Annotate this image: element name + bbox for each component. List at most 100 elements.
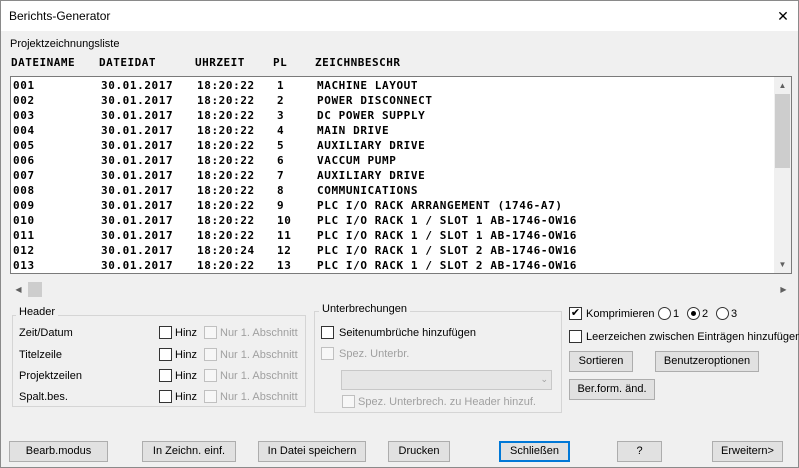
add-spaces-checkbox[interactable] — [569, 330, 582, 343]
table-cell: 2 — [277, 94, 285, 107]
table-row[interactable]: 006 30.01.2017 18:20:22 6 VACCUM PUMP — [11, 154, 776, 169]
project-lines-add-label[interactable]: Hinz — [175, 370, 197, 382]
time-date-first-section-checkbox[interactable] — [204, 326, 217, 339]
window-title: Berichts-Generator — [9, 9, 111, 23]
table-cell: 12 — [277, 244, 292, 257]
breaks-group-title: Unterbrechungen — [319, 303, 411, 315]
compress-level-2-radio[interactable] — [687, 307, 700, 320]
insert-into-drawing-button[interactable]: In Zeichn. einf. — [142, 441, 236, 462]
scroll-left-icon[interactable]: ◀ — [10, 281, 27, 298]
table-cell: 18:20:22 — [197, 124, 255, 137]
horizontal-scroll-thumb[interactable] — [28, 282, 42, 297]
page-breaks-checkbox[interactable] — [321, 326, 334, 339]
table-row[interactable]: 004 30.01.2017 18:20:22 4 MAIN DRIVE — [11, 124, 776, 139]
print-button[interactable]: Drucken — [388, 441, 450, 462]
table-cell: 004 — [13, 124, 35, 137]
close-button[interactable]: Schließen — [499, 441, 570, 462]
table-cell: 3 — [277, 109, 285, 122]
table-cell: 18:20:22 — [197, 94, 255, 107]
special-breaks-checkbox[interactable] — [321, 347, 334, 360]
column-header-filedate[interactable]: DATEIDAT — [99, 56, 156, 69]
close-icon[interactable]: ✕ — [768, 1, 798, 31]
table-row[interactable]: 001 30.01.2017 18:20:22 1 MACHINE LAYOUT — [11, 79, 776, 94]
column-desc-add-checkbox[interactable] — [159, 390, 172, 403]
add-spaces-label[interactable]: Leerzeichen zwischen Einträgen hinzufüge… — [586, 331, 799, 343]
table-row[interactable]: 008 30.01.2017 18:20:22 8 COMMUNICATIONS — [11, 184, 776, 199]
user-options-button[interactable]: Benutzeroptionen — [655, 351, 759, 372]
table-cell: 10 — [277, 214, 292, 227]
table-row[interactable]: 011 30.01.2017 18:20:22 11 PLC I/O RACK 1 / … — [11, 229, 776, 244]
table-cell: 30.01.2017 — [101, 244, 174, 257]
table-cell: 005 — [13, 139, 35, 152]
table-cell: 18:20:22 — [197, 154, 255, 167]
title-line-add-checkbox[interactable] — [159, 348, 172, 361]
table-cell: 007 — [13, 169, 35, 182]
table-row[interactable]: 010 30.01.2017 18:20:22 10 PLC I/O RACK 1 / … — [11, 214, 776, 229]
table-row[interactable]: 007 30.01.2017 18:20:22 7 AUXILIARY DRIVE — [11, 169, 776, 184]
chevron-down-icon: ⌄ — [540, 374, 548, 384]
title-line-add-label[interactable]: Hinz — [175, 349, 197, 361]
drawing-list-label: Projektzeichnungsliste — [10, 38, 120, 50]
table-cell: 010 — [13, 214, 35, 227]
table-cell: 7 — [277, 169, 285, 182]
project-lines-first-section-checkbox[interactable] — [204, 369, 217, 382]
sort-button[interactable]: Sortieren — [569, 351, 633, 372]
column-desc-add-label[interactable]: Hinz — [175, 391, 197, 403]
page-breaks-label[interactable]: Seitenumbrüche hinzufügen — [339, 327, 476, 339]
vertical-scrollbar[interactable]: ▲ ▼ — [774, 77, 791, 273]
table-cell: 30.01.2017 — [101, 109, 174, 122]
horizontal-scrollbar[interactable]: ◀ ▶ — [10, 281, 792, 298]
table-row[interactable]: 012 30.01.2017 18:20:24 12 PLC I/O RACK 1 / … — [11, 244, 776, 259]
help-button[interactable]: ? — [617, 441, 662, 462]
compress-level-1-label[interactable]: 1 — [673, 308, 679, 320]
table-cell: 1 — [277, 79, 285, 92]
table-cell: DC POWER SUPPLY — [317, 109, 426, 122]
time-date-label: Zeit/Datum — [19, 327, 73, 339]
column-header-description[interactable]: ZEICHNBESCHR — [315, 56, 400, 69]
scroll-thumb[interactable] — [775, 94, 790, 168]
special-breaks-select[interactable]: ⌄ — [341, 370, 552, 390]
save-to-file-button[interactable]: In Datei speichern — [258, 441, 366, 462]
column-header-filename[interactable]: DATEINAME — [11, 56, 75, 69]
special-breaks-label: Spez. Unterbr. — [339, 348, 410, 360]
compress-label[interactable]: Komprimieren — [586, 308, 654, 320]
table-cell: 30.01.2017 — [101, 169, 174, 182]
title-line-first-section-label: Nur 1. Abschnitt — [220, 349, 298, 361]
table-cell: 008 — [13, 184, 35, 197]
expand-button[interactable]: Erweitern> — [712, 441, 783, 462]
scroll-up-icon[interactable]: ▲ — [774, 77, 791, 94]
time-date-add-checkbox[interactable] — [159, 326, 172, 339]
column-desc-label: Spalt.bes. — [19, 391, 68, 403]
table-row[interactable]: 003 30.01.2017 18:20:22 3 DC POWER SUPPLY — [11, 109, 776, 124]
table-row[interactable]: 002 30.01.2017 18:20:22 2 POWER DISCONNECT — [11, 94, 776, 109]
table-cell: 30.01.2017 — [101, 139, 174, 152]
project-lines-add-checkbox[interactable] — [159, 369, 172, 382]
table-row[interactable]: 009 30.01.2017 18:20:22 9 PLC I/O RACK ARRAN… — [11, 199, 776, 214]
table-cell: 18:20:22 — [197, 79, 255, 92]
edit-mode-button[interactable]: Bearb.modus — [9, 441, 108, 462]
table-row[interactable]: 013 30.01.2017 18:20:22 13 PLC I/O RACK 1 / … — [11, 259, 776, 273]
table-cell: 18:20:22 — [197, 214, 255, 227]
title-line-first-section-checkbox[interactable] — [204, 348, 217, 361]
table-cell: 013 — [13, 259, 35, 272]
scroll-right-icon[interactable]: ▶ — [775, 281, 792, 298]
time-date-add-label[interactable]: Hinz — [175, 327, 197, 339]
table-cell: PLC I/O RACK 1 / SLOT 2 AB-1746-OW16 — [317, 259, 578, 272]
compress-checkbox[interactable]: ✔ — [569, 307, 582, 320]
special-breaks-to-header-checkbox[interactable] — [342, 395, 355, 408]
table-cell: 11 — [277, 229, 292, 242]
column-desc-first-section-checkbox[interactable] — [204, 390, 217, 403]
compress-level-3-radio[interactable] — [716, 307, 729, 320]
table-cell: PLC I/O RACK 1 / SLOT 1 AB-1746-OW16 — [317, 229, 578, 242]
scroll-down-icon[interactable]: ▼ — [774, 256, 791, 273]
table-cell: COMMUNICATIONS — [317, 184, 419, 197]
compress-level-3-label[interactable]: 3 — [731, 308, 737, 320]
table-cell: 13 — [277, 259, 292, 272]
column-header-time[interactable]: UHRZEIT — [195, 56, 245, 69]
drawing-list[interactable]: 001 30.01.2017 18:20:22 1 MACHINE LAYOUT 002 3… — [10, 76, 792, 274]
change-report-format-button[interactable]: Ber.form. änd. — [569, 379, 655, 400]
column-header-sheet[interactable]: PL — [273, 56, 287, 69]
compress-level-2-label[interactable]: 2 — [702, 308, 708, 320]
table-row[interactable]: 005 30.01.2017 18:20:22 5 AUXILIARY DRIVE — [11, 139, 776, 154]
compress-level-1-radio[interactable] — [658, 307, 671, 320]
